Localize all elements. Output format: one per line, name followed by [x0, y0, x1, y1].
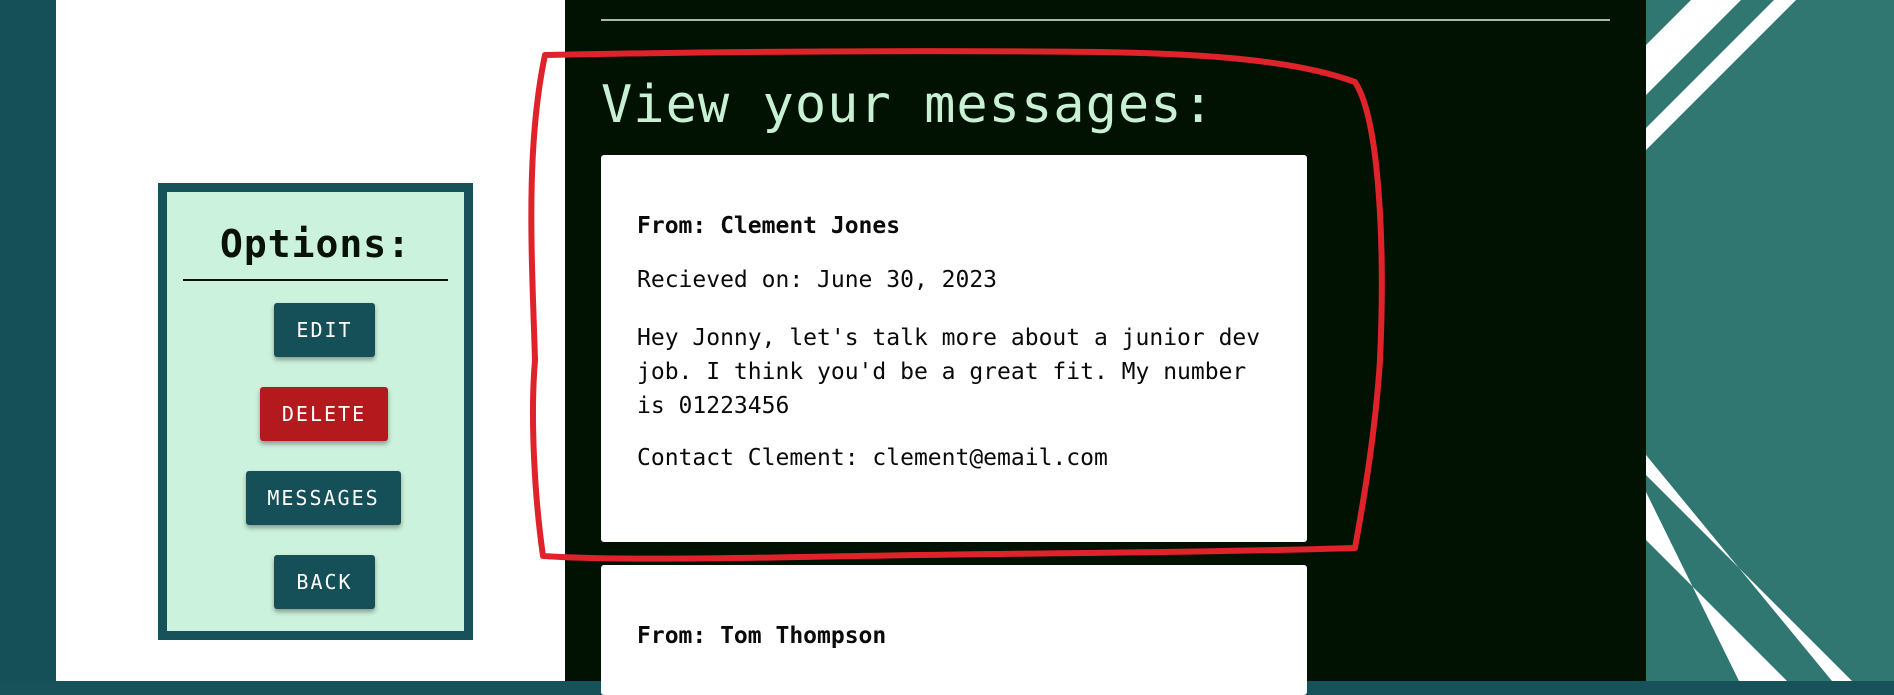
options-divider [183, 279, 448, 281]
options-panel: Options: EDIT DELETE MESSAGES BACK [158, 183, 473, 640]
message-body: Hey Jonny, let's talk more about a junio… [637, 325, 1261, 419]
message-sender: From: Clement Jones [637, 213, 901, 239]
message-sender: From: Tom Thompson [637, 623, 887, 649]
message-contact: Contact Clement: clement@email.com [637, 445, 1108, 471]
messages-button[interactable]: MESSAGES [246, 471, 401, 525]
message-card: From: Clement Jones Recieved on: June 30… [601, 155, 1307, 542]
back-button[interactable]: BACK [274, 555, 375, 609]
left-background-strip [0, 0, 56, 681]
delete-button[interactable]: DELETE [260, 387, 388, 441]
messages-section: View your messages: From: Clement Jones … [565, 0, 1646, 695]
options-title: Options: [219, 222, 412, 266]
message-date: Recieved on: June 30, 2023 [637, 267, 998, 293]
decorative-stripes [1646, 0, 1894, 681]
edit-button[interactable]: EDIT [274, 303, 375, 357]
page-title: View your messages: [601, 75, 1215, 135]
section-divider [601, 19, 1610, 21]
message-card: From: Tom Thompson [601, 565, 1307, 695]
